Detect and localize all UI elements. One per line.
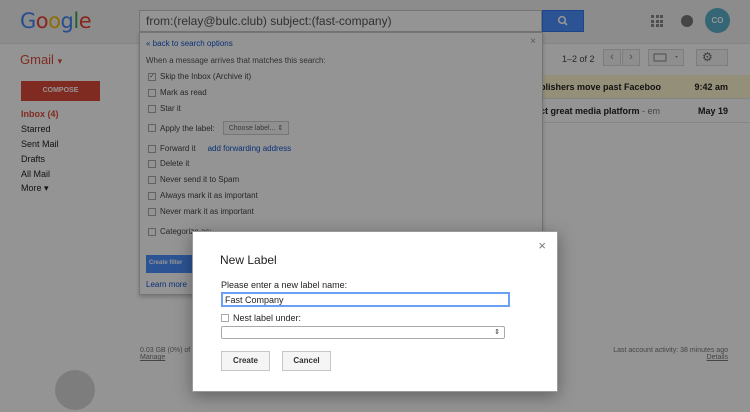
label-name-input[interactable]: Fast Company bbox=[221, 292, 510, 307]
label-name-prompt: Please enter a new label name: bbox=[221, 280, 348, 290]
new-label-dialog: New Label × Please enter a new label nam… bbox=[192, 231, 558, 392]
checkbox-icon[interactable] bbox=[221, 314, 229, 322]
nest-label-option[interactable]: Nest label under: bbox=[221, 313, 301, 323]
dialog-title: New Label bbox=[220, 253, 277, 267]
nest-label-text: Nest label under: bbox=[233, 313, 302, 323]
select-arrows-icon: ⇕ bbox=[494, 329, 500, 336]
cancel-button[interactable]: Cancel bbox=[282, 351, 331, 371]
close-icon[interactable]: × bbox=[538, 238, 546, 253]
parent-label-select[interactable]: ⇕ bbox=[221, 326, 505, 339]
create-button[interactable]: Create bbox=[221, 351, 270, 371]
